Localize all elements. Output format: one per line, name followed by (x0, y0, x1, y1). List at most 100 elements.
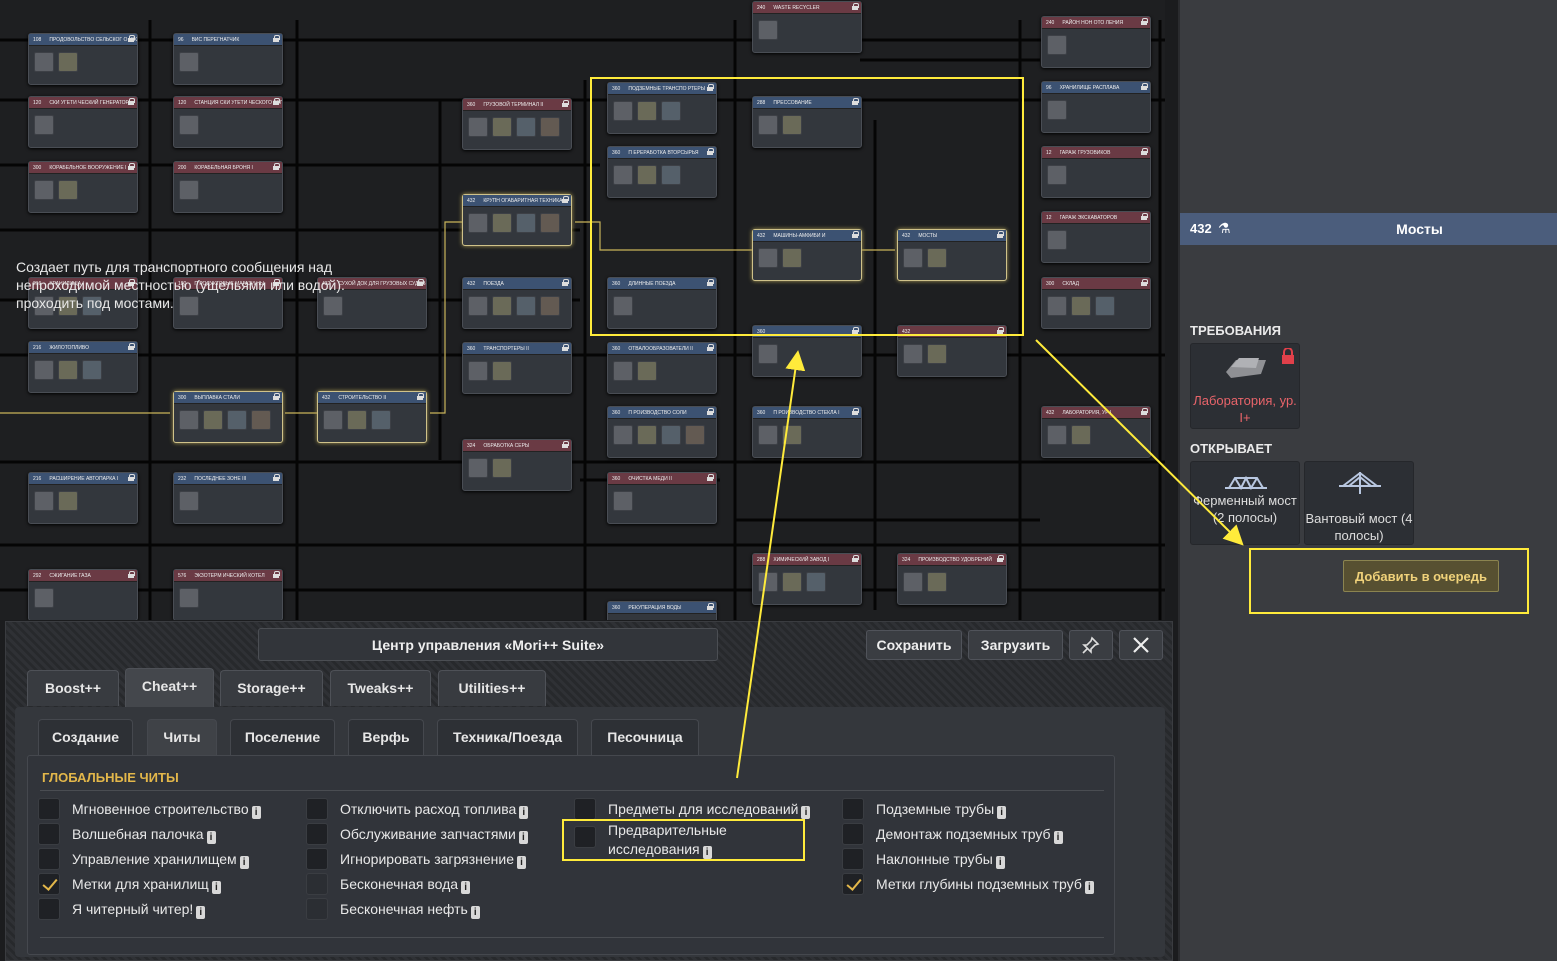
info-icon[interactable]: i (519, 806, 529, 819)
node-title: 300 КОРАБЕЛЬНОЕ ВООРУЖЕНИЕ I (29, 162, 137, 174)
checkbox[interactable] (842, 798, 864, 820)
research-node[interactable]: 288 ХИМИЧЕСКИЙ ЗАВОД I (752, 553, 862, 605)
research-node[interactable]: 360 ОЧИСТКА МЕДИ II (607, 472, 717, 524)
cheat-label: Бесконечная вода i (340, 876, 471, 894)
cheat-label-text: Метки глубины подземных труб (876, 876, 1082, 892)
research-node[interactable]: 12 ГАРАЖ ЭКСКАВАТОРОВ (1041, 211, 1151, 263)
research-node[interactable]: 120 СТАНЦИЯ СКИ УГЕТИ ЧЕСКОГО ТОПЛ... (173, 96, 283, 148)
research-node[interactable]: 360 РЕКУПЕРАЦИЯ ВОДЫ (607, 601, 717, 620)
subtab-settlement[interactable]: Поселение (230, 719, 335, 755)
node-icons (34, 588, 54, 608)
cheat-label-text: Демонтаж подземных труб (876, 826, 1051, 842)
checkbox[interactable] (306, 873, 328, 895)
research-node[interactable]: 360 П РОИЗВОДСТВО СТЕКЛА I (752, 406, 862, 458)
research-node[interactable]: 432 СТРОИТЕЛЬСТВО II (317, 391, 427, 443)
research-node[interactable]: 216 РАСШИРЕНИЕ АВТОПАРКА I (28, 472, 138, 524)
research-node[interactable]: 120 СКИ УГЕТИ ЧЕСКИЙ ГЕНЕРАТОР (28, 96, 138, 148)
checkbox[interactable] (306, 898, 328, 920)
checkbox[interactable] (842, 823, 864, 845)
save-button[interactable]: Сохранить (866, 630, 962, 660)
requirement-card[interactable]: Лаборатория, ур. I+ (1190, 343, 1300, 429)
checkbox[interactable] (574, 798, 596, 820)
info-icon[interactable]: i (206, 831, 216, 844)
info-icon[interactable]: i (1084, 881, 1094, 894)
lock-icon (273, 163, 280, 170)
load-button[interactable]: Загрузить (968, 630, 1063, 660)
node-title: 576 ЭКЗОТЕРМ ИЧЕСКИЙ КОТЕЛ (174, 570, 282, 582)
node-title: 300 ВЫПЛАВКА СТАЛИ (174, 392, 282, 404)
info-icon[interactable]: i (196, 906, 206, 919)
unlock-cable-bridge[interactable]: Вантовый мост (4 полосы) (1304, 461, 1414, 545)
research-node[interactable]: 300 ВЫПЛАВКА СТАЛИ (173, 391, 283, 443)
unlock-truss-bridge[interactable]: Ферменный мост (2 полосы) (1190, 461, 1300, 545)
info-icon[interactable]: i (801, 806, 811, 819)
checkbox[interactable] (38, 848, 60, 870)
checkbox[interactable] (38, 873, 60, 895)
research-node[interactable]: 108 ПРОДОВОЛЬСТВО СЕЛЬСКОГ О ХОЗЯЙСТВА (28, 33, 138, 85)
research-node[interactable]: 432 ПОЕЗДА (462, 277, 572, 329)
info-icon[interactable]: i (1053, 831, 1063, 844)
node-icons (468, 296, 560, 316)
research-node[interactable]: 324 ОБРАБОТКА СЕРЫ (462, 439, 572, 491)
research-node[interactable]: 292 СЖИГАНИЕ ГАЗА (28, 569, 138, 620)
research-node[interactable]: 576 ЭКЗОТЕРМ ИЧЕСКИЙ КОТЕЛ (173, 569, 283, 620)
tab-tweaks[interactable]: Tweaks++ (330, 670, 431, 706)
info-icon[interactable]: i (517, 856, 527, 869)
info-icon[interactable]: i (461, 881, 471, 894)
info-icon[interactable]: i (995, 856, 1005, 869)
research-node[interactable]: 360 ТРАНСПОРТЕРЫ II (462, 342, 572, 394)
node-label: ХИМИЧЕСКИЙ ЗАВОД I (773, 557, 830, 563)
subtab-shipyard[interactable]: Верфь (348, 719, 424, 755)
research-node[interactable]: 240 РАЙОН НОН ОТО ЛЕНИЯ (1041, 16, 1151, 68)
checkbox[interactable] (306, 848, 328, 870)
subtab-sandbox[interactable]: Песочница (591, 719, 699, 755)
tab-boost[interactable]: Boost++ (27, 670, 119, 706)
close-button[interactable] (1119, 630, 1163, 660)
tab-cheat[interactable]: Cheat++ (125, 668, 214, 707)
cheat-label: Игнорировать загрязнение i (340, 851, 527, 869)
node-label: ПРОДОВОЛЬСТВО СЕЛЬСКОГ О ХОЗЯЙСТВА (49, 37, 137, 43)
node-title: 360 ОЧИСТКА МЕДИ II (608, 473, 716, 485)
research-node[interactable]: 232 ПОСЛЕДНЕЕ ЗОНЕ III (173, 472, 283, 524)
subtab-vehicles-trains[interactable]: Техника/Поезда (437, 719, 578, 755)
research-node[interactable]: 300 СКЛАД (1041, 277, 1151, 329)
info-icon[interactable]: i (211, 881, 221, 894)
node-icons (613, 491, 633, 511)
checkbox[interactable] (306, 823, 328, 845)
research-node[interactable]: 240 WASTE RECYCLER (752, 1, 862, 53)
research-node[interactable]: 360 ГРУЗОВОЙ ТЕРМИНАЛ II (462, 98, 572, 150)
info-icon[interactable]: i (251, 806, 261, 819)
research-node[interactable]: 96 ХРАНИЛИЩЕ РАСПЛАВА (1041, 81, 1151, 133)
info-icon[interactable]: i (470, 906, 480, 919)
research-node[interactable]: 324 ПРОИЗВОДСТВО УДОБРЕНИЙ (897, 553, 1007, 605)
node-icons (323, 410, 391, 430)
info-icon[interactable]: i (239, 856, 249, 869)
subtab-create[interactable]: Создание (38, 719, 133, 755)
checkbox[interactable] (842, 873, 864, 895)
research-node[interactable]: 300 КОРАБЕЛЬНОЕ ВООРУЖЕНИЕ I (28, 161, 138, 213)
node-cost: 12 (1046, 150, 1052, 156)
checkbox[interactable] (38, 823, 60, 845)
research-description: Создает путь для транспортного сообщения… (16, 259, 345, 311)
tab-utilities[interactable]: Utilities++ (438, 670, 546, 706)
checkbox[interactable] (38, 798, 60, 820)
research-node[interactable]: 216 ЖИЛОТОПЛИВО (28, 341, 138, 393)
node-title: 288 ХИМИЧЕСКИЙ ЗАВОД I (753, 554, 861, 566)
checkbox[interactable] (842, 848, 864, 870)
cheat-label-text: Игнорировать загрязнение (340, 851, 515, 867)
research-node[interactable]: 12 ГАРАЖ ГРУЗОВИКОВ (1041, 146, 1151, 198)
checkbox[interactable] (38, 898, 60, 920)
checkbox[interactable] (306, 798, 328, 820)
research-node[interactable]: 360 ОТВАЛООБРАЗОВАТЕЛИ II (607, 342, 717, 394)
node-label: КОРАБЕЛЬНАЯ БРОНЯ I (194, 165, 253, 171)
pin-button[interactable] (1069, 630, 1113, 660)
subtab-cheats[interactable]: Читы (147, 719, 217, 755)
research-node[interactable]: 96 ВИС ПЕРЕГНАТЧИК (173, 33, 283, 85)
info-icon[interactable]: i (997, 806, 1007, 819)
research-node[interactable]: 432 КРУПН ОГАБАРИТНАЯ ТЕХНИКА (462, 194, 572, 246)
research-node[interactable]: 432 ЛАБОРАТОРИЯ, УР I (1041, 406, 1151, 458)
info-icon[interactable]: i (518, 831, 528, 844)
tab-storage[interactable]: Storage++ (220, 670, 323, 706)
research-node[interactable]: 200 КОРАБЕЛЬНАЯ БРОНЯ I (173, 161, 283, 213)
research-node[interactable]: 360 П РОИЗВОДСТВО СОЛИ (607, 406, 717, 458)
